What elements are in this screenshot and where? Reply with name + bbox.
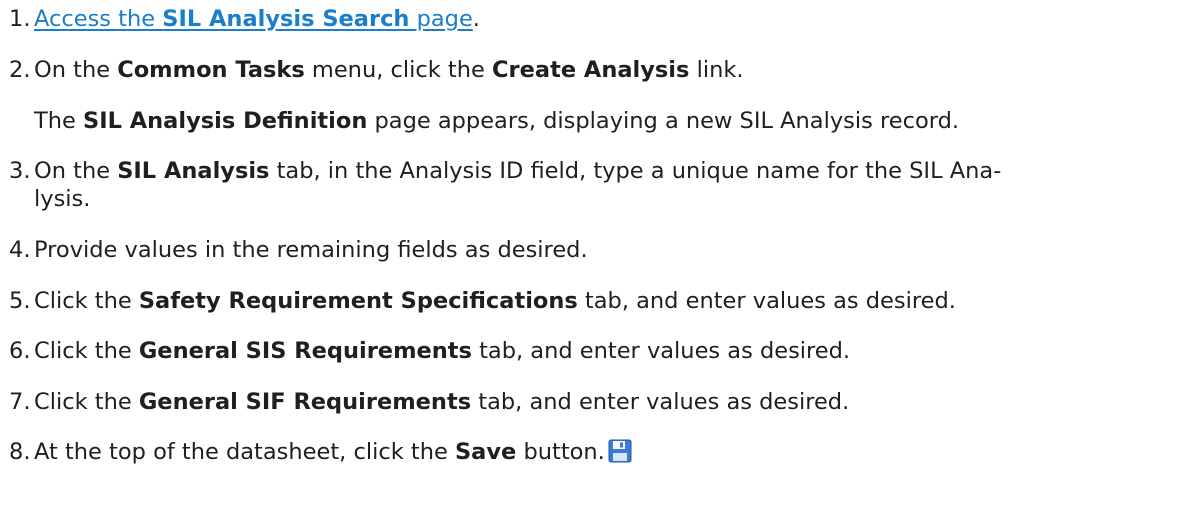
text-post: tab, and enter values as desired. bbox=[471, 389, 850, 415]
text-pre: On the bbox=[34, 57, 118, 83]
procedure-steps: 1. Access the SIL Analysis Search page. … bbox=[0, 0, 1199, 527]
step-number: 4. bbox=[9, 237, 31, 263]
text-pre: On the bbox=[34, 158, 118, 184]
step-result-text: The SIL Analysis Definition page appears… bbox=[34, 106, 959, 137]
text-post: tab, and enter values as desired. bbox=[577, 288, 956, 314]
save-label: Save bbox=[454, 439, 517, 465]
step-number: 7. bbox=[9, 389, 31, 415]
general-sis-requirements-label: General SIS Requirements bbox=[138, 338, 472, 364]
general-sif-requirements-label: General SIF Requirements bbox=[138, 389, 472, 415]
step-text: Click the Safety Requirement Specificati… bbox=[34, 286, 956, 317]
step-text: On the SIL Analysis tab, in the Analysis… bbox=[34, 156, 1001, 187]
save-icon bbox=[608, 439, 632, 463]
text-post-line1: tab, in the Analysis ID field, type a un… bbox=[269, 158, 1002, 184]
safety-requirement-specifications-label: Safety Requirement Specifications bbox=[138, 288, 578, 314]
text-post: page appears, displaying a new SIL Analy… bbox=[367, 108, 960, 134]
text-pre: Click the bbox=[34, 389, 139, 415]
step-text-after: . bbox=[472, 6, 480, 32]
text-mid: menu, click the bbox=[304, 57, 493, 83]
step-number: 5. bbox=[9, 288, 31, 314]
step-text-line2: lysis. bbox=[34, 186, 91, 212]
step-text: On the Common Tasks menu, click the Crea… bbox=[34, 55, 744, 86]
text-pre: Click the bbox=[34, 288, 139, 314]
step-number: 6. bbox=[9, 338, 31, 364]
link-text-post: page bbox=[409, 6, 473, 32]
text-pre: Click the bbox=[34, 338, 139, 364]
step-number: 2. bbox=[9, 57, 31, 83]
sil-analysis-definition-label: SIL Analysis Definition bbox=[83, 108, 368, 134]
step-text: Click the General SIF Requirements tab, … bbox=[34, 387, 849, 418]
text-post: tab, and enter values as desired. bbox=[471, 338, 851, 364]
step-number: 8. bbox=[9, 439, 31, 465]
step-number: 3. bbox=[9, 158, 31, 184]
common-tasks-label: Common Tasks bbox=[117, 57, 305, 83]
text-post: button. bbox=[516, 439, 605, 465]
link-text-pre: Access the bbox=[34, 6, 163, 32]
step-text: At the top of the datasheet, click the S… bbox=[34, 437, 632, 468]
text-post: link. bbox=[689, 57, 744, 83]
sil-analysis-search-link[interactable]: Access the SIL Analysis Search page bbox=[34, 6, 473, 32]
link-text-bold: SIL Analysis Search bbox=[162, 6, 410, 32]
step-number: 1. bbox=[9, 6, 31, 32]
text-pre: The bbox=[34, 108, 83, 134]
step-text: Click the General SIS Requirements tab, … bbox=[34, 336, 850, 367]
sil-analysis-tab-label: SIL Analysis bbox=[117, 158, 270, 184]
text-pre: At the top of the datasheet, click the bbox=[34, 439, 455, 465]
step-text: Access the SIL Analysis Search page. bbox=[34, 4, 480, 35]
step-text: Provide values in the remaining fields a… bbox=[34, 237, 588, 263]
create-analysis-label: Create Analysis bbox=[492, 57, 690, 83]
